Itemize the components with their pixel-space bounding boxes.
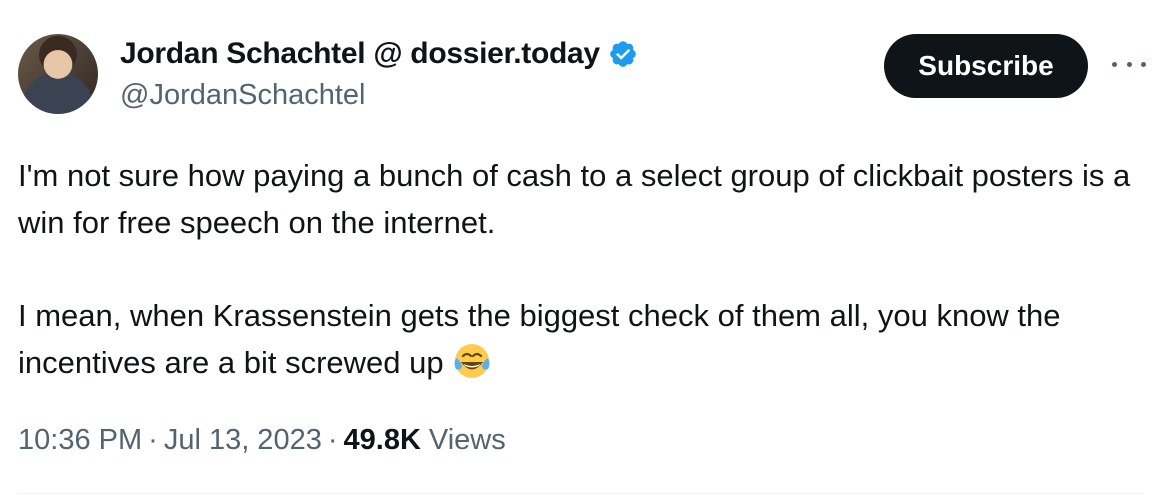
tweet-meta: 10:36 PM · Jul 13, 2023 · 49.8K Views <box>18 420 506 460</box>
meta-separator: · <box>327 424 338 456</box>
more-dot <box>1112 61 1117 67</box>
author-name-row: Jordan Schachtel @ dossier.today <box>120 34 638 74</box>
views-label[interactable]: Views <box>429 420 506 460</box>
more-horizontal-icon[interactable] <box>1112 56 1146 72</box>
tweet-date[interactable]: Jul 13, 2023 <box>164 420 322 460</box>
divider <box>18 493 1144 494</box>
verified-badge-icon[interactable] <box>608 39 638 69</box>
tweet-paragraph-1: I'm not sure how paying a bunch of cash … <box>18 158 1131 240</box>
more-dot <box>1141 61 1146 67</box>
tweet-time[interactable]: 10:36 PM <box>18 420 142 460</box>
tweet-paragraph-2-text: I mean, when Krassenstein gets the bigge… <box>18 298 1061 380</box>
avatar[interactable] <box>18 34 98 114</box>
tweet-paragraph-2: I mean, when Krassenstein gets the bigge… <box>18 292 1148 386</box>
subscribe-button[interactable]: Subscribe <box>884 34 1088 98</box>
more-dot <box>1126 61 1132 67</box>
meta-separator: · <box>148 424 158 456</box>
views-count[interactable]: 49.8K <box>344 420 421 460</box>
tweet-card: Jordan Schachtel @ dossier.today @Jordan… <box>0 0 1162 496</box>
face-with-tears-of-joy-icon <box>454 343 490 378</box>
author-handle[interactable]: @JordanSchachtel <box>120 76 365 114</box>
display-name[interactable]: Jordan Schachtel @ dossier.today <box>120 34 600 74</box>
tweet-text: I'm not sure how paying a bunch of cash … <box>18 152 1148 386</box>
